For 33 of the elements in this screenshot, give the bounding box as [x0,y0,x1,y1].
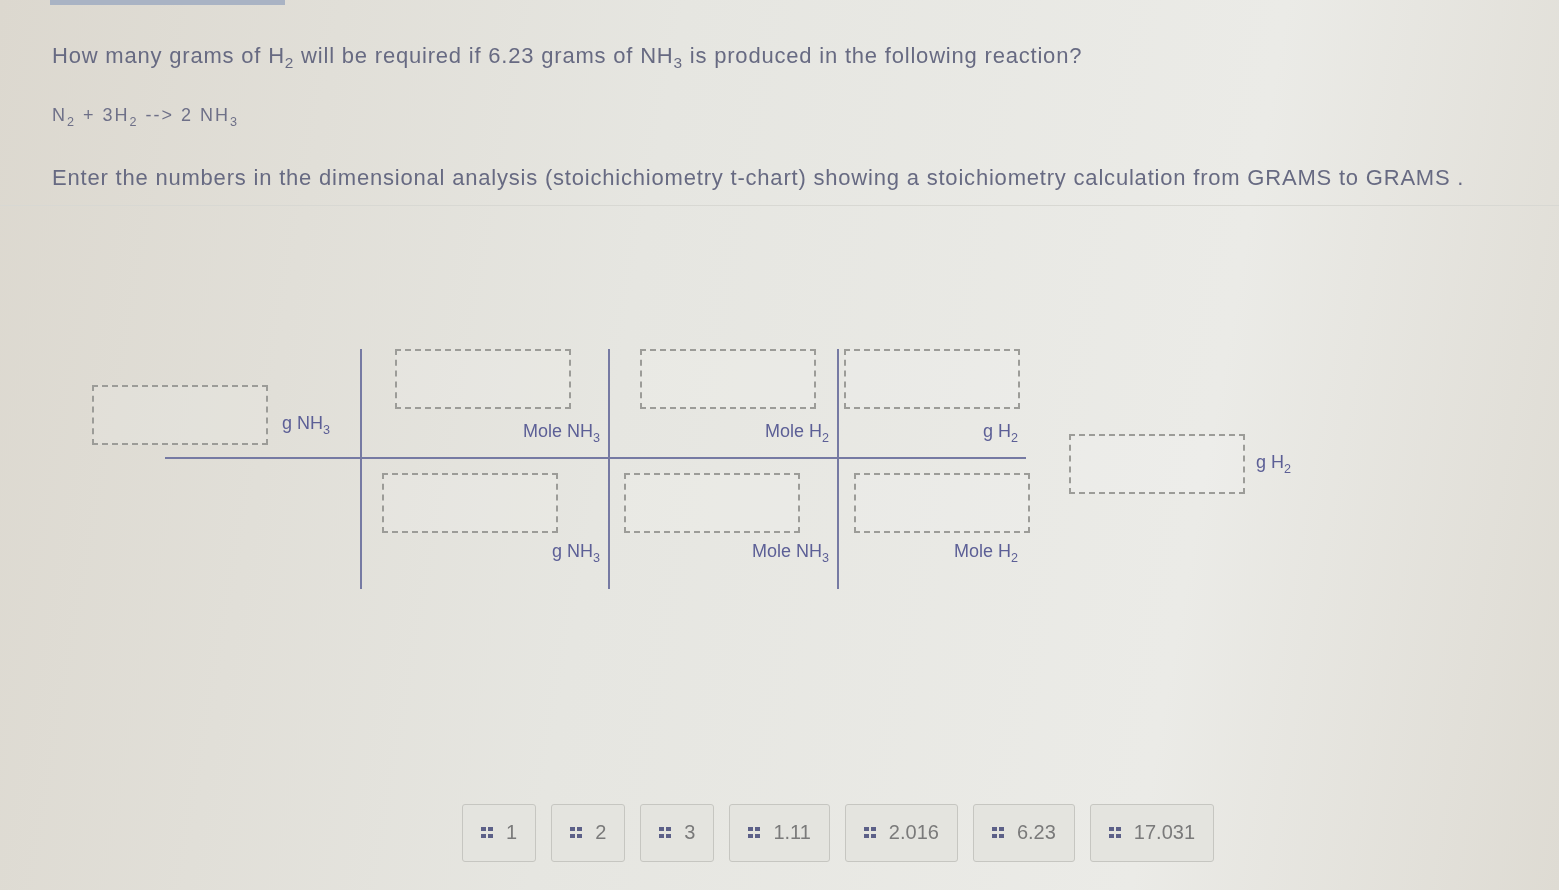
unit-label: g H$_{2}$ [1256,452,1292,476]
answer-chip[interactable]: 1.11 [729,804,830,862]
answer-chip[interactable]: 3 [640,804,715,862]
drop-box[interactable] [844,349,1020,409]
answer-chip[interactable]: 2.016 [844,804,958,862]
drop-box[interactable] [1069,434,1245,494]
drop-box[interactable] [382,473,558,533]
grip-icon [659,827,672,839]
grip-icon [481,827,493,839]
grip-icon [863,827,876,839]
question-text: How many grams of H$_{2}$ will be required if 6.23 grams of NH$_{3}$ is produced in the following reaction? [52,43,1083,74]
answer-chip[interactable]: 1 [462,804,537,862]
grip-icon [748,827,761,839]
unit-label: g NH$_{3}$ [551,541,600,565]
grip-icon [991,827,1004,839]
equation-text: N$_{2}$ + 3H$_{2}$ --> 2 NH$_{3}$ [52,104,240,131]
grip-icon [570,827,583,839]
unit-label: g H$_{2}$ [982,421,1018,445]
unit-label: Mole H$_{2}$ [764,421,829,445]
instruction-text: Enter the numbers in the dimensional analysis (stoichichiometry t-chart) showing a stoichiometry calculation from GRAMS to GRAMS . [52,165,1465,191]
drop-box[interactable] [854,473,1030,533]
unit-label: g NH$_{3}$ [282,413,331,437]
unit-label: Mole NH$_{3}$ [522,421,600,445]
answer-chip[interactable]: 6.23 [972,804,1075,862]
grip-icon [1108,827,1121,839]
answer-chip[interactable]: 17.031 [1089,804,1214,862]
drop-box[interactable] [395,349,571,409]
unit-label: Mole NH$_{3}$ [751,541,829,565]
drop-box[interactable] [92,385,268,445]
answer-chip[interactable]: 2 [551,804,626,862]
unit-label: Mole H$_{2}$ [953,541,1018,565]
drop-box[interactable] [624,473,800,533]
drop-box[interactable] [640,349,816,409]
